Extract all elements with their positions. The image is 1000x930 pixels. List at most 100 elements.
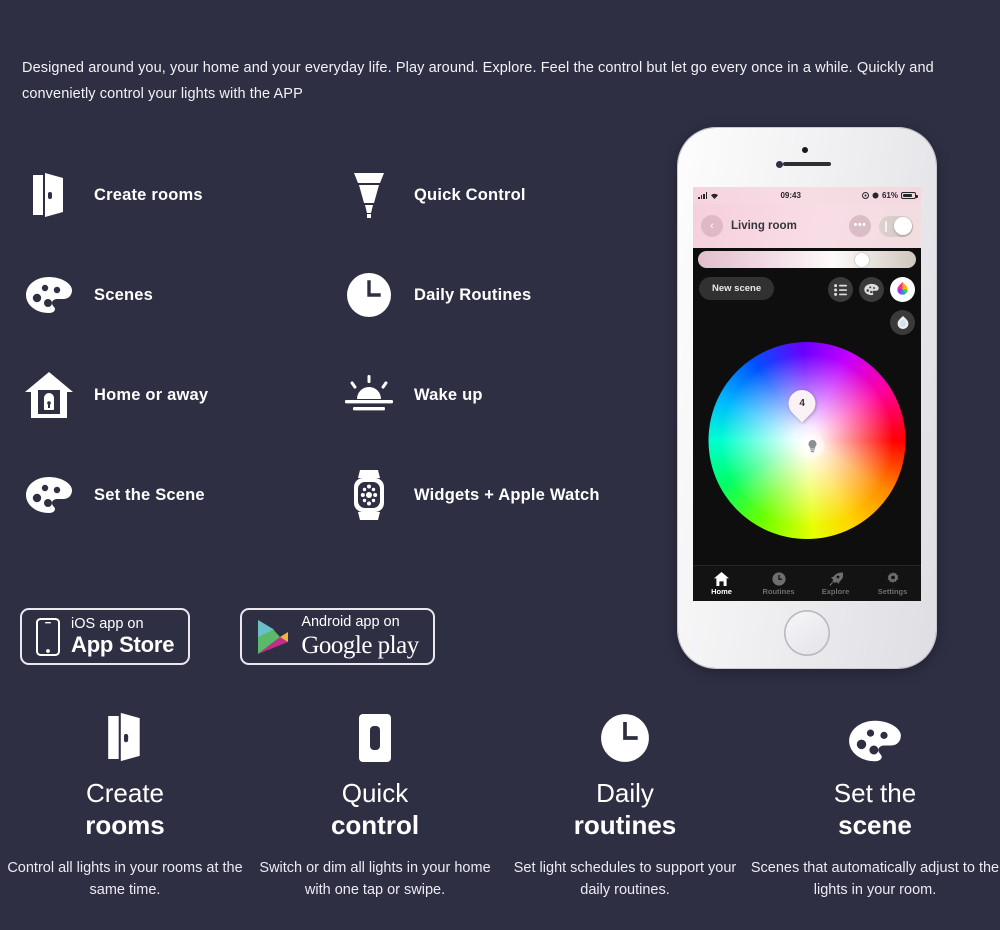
light-switch-icon bbox=[358, 705, 392, 763]
status-time: 09:43 bbox=[780, 191, 801, 200]
feature-label: Daily Routines bbox=[414, 285, 532, 304]
badge-title: Google play bbox=[301, 631, 419, 659]
clock-icon bbox=[600, 705, 650, 763]
bottom-feature-cards: Create rooms Control all lights in your … bbox=[0, 705, 1000, 901]
home-icon bbox=[714, 571, 729, 586]
earpiece-speaker bbox=[783, 162, 831, 166]
more-options-button[interactable]: ••• bbox=[849, 215, 871, 237]
feature-item-daily-routines: Daily Routines bbox=[338, 245, 668, 345]
color-wheel-area: 4 bbox=[693, 338, 921, 548]
tool-row-secondary bbox=[890, 310, 915, 335]
palette-icon bbox=[18, 464, 80, 526]
card-title-line1: Quick bbox=[341, 778, 409, 808]
card-title-line1: Set the bbox=[833, 778, 917, 808]
color-wheel[interactable]: 4 bbox=[708, 342, 906, 539]
room-title: Living room bbox=[731, 220, 797, 232]
iphone-icon bbox=[36, 617, 60, 656]
feature-label: Wake up bbox=[414, 385, 483, 404]
card-description: Set light schedules to support your dail… bbox=[513, 860, 737, 898]
tab-routines[interactable]: Routines bbox=[750, 571, 807, 596]
new-scene-button[interactable]: New scene bbox=[699, 277, 775, 300]
feature-label: Set the Scene bbox=[94, 485, 205, 504]
tab-label: Home bbox=[711, 586, 732, 596]
brightness-slider[interactable] bbox=[698, 251, 916, 268]
status-bar: 09:43 61% bbox=[693, 187, 921, 204]
tab-label: Settings bbox=[877, 586, 908, 596]
pin-label: 4 bbox=[799, 398, 805, 409]
slider-knob[interactable] bbox=[854, 252, 869, 267]
card-title: Set the scene bbox=[834, 777, 916, 841]
palette-icon bbox=[18, 264, 80, 326]
google-play-badge[interactable]: Android app on Google play bbox=[240, 608, 435, 665]
front-camera-icon bbox=[776, 161, 783, 168]
tab-home[interactable]: Home bbox=[693, 571, 750, 596]
badge-title: App Store bbox=[71, 632, 175, 658]
clock-icon bbox=[338, 264, 400, 326]
card-title-line1: Daily bbox=[596, 778, 654, 808]
proximity-sensor-icon bbox=[802, 147, 808, 153]
card-description: Switch or dim all lights in your home wi… bbox=[259, 860, 491, 898]
light-bulb-icon bbox=[338, 164, 400, 226]
badge-subtitle: iOS app on bbox=[71, 615, 144, 632]
card-title: Create rooms bbox=[85, 777, 164, 841]
list-icon[interactable] bbox=[828, 277, 853, 302]
bottom-card-create-rooms: Create rooms Control all lights in your … bbox=[0, 705, 250, 901]
tab-label: Explore bbox=[821, 586, 850, 596]
card-description: Control all lights in your rooms at the … bbox=[7, 860, 243, 898]
card-title-line2: control bbox=[330, 810, 420, 840]
light-pin-marker[interactable]: 4 bbox=[782, 384, 822, 423]
feature-label: Create rooms bbox=[94, 185, 203, 204]
feature-item-create-rooms: Create rooms bbox=[18, 145, 338, 245]
color-wheel-icon[interactable] bbox=[890, 277, 915, 302]
palette-icon bbox=[848, 705, 902, 763]
house-lock-icon bbox=[18, 364, 80, 426]
alarm-icon bbox=[872, 192, 879, 199]
card-title: Quick control bbox=[331, 777, 419, 841]
card-description: Scenes that automatically adjust to the … bbox=[750, 860, 1000, 898]
bulb-icon[interactable] bbox=[800, 434, 825, 458]
room-power-toggle[interactable] bbox=[879, 215, 913, 237]
feature-label: Widgets + Apple Watch bbox=[414, 485, 600, 504]
smart-watch-icon bbox=[338, 464, 400, 526]
open-door-icon bbox=[104, 705, 146, 763]
scene-toolbar: New scene bbox=[693, 268, 921, 338]
tab-settings[interactable]: Settings bbox=[864, 571, 921, 596]
back-button[interactable]: ‹ bbox=[701, 215, 723, 237]
tool-row bbox=[828, 277, 915, 302]
feature-item-set-the-scene: Set the Scene bbox=[18, 445, 338, 545]
tab-explore[interactable]: Explore bbox=[807, 572, 864, 596]
badge-subtitle: Android app on bbox=[301, 614, 400, 631]
feature-item-widgets-apple-watch: Widgets + Apple Watch bbox=[338, 445, 668, 545]
bulb-drop-icon[interactable] bbox=[890, 310, 915, 335]
palette-icon[interactable] bbox=[859, 277, 884, 302]
phone-mockup: 09:43 61% ‹ Living room ••• New scene 4 … bbox=[678, 128, 936, 668]
card-title-line2: scene bbox=[838, 810, 912, 840]
feature-list: Create rooms Quick Control Scenes Daily … bbox=[18, 145, 668, 545]
google-play-icon bbox=[256, 618, 290, 656]
tab-label: Routines bbox=[762, 586, 795, 596]
brightness-slider-wrap bbox=[693, 248, 921, 268]
card-title-line2: rooms bbox=[85, 810, 165, 840]
feature-item-scenes: Scenes bbox=[18, 245, 338, 345]
bottom-card-set-the-scene: Set the scene Scenes that automatically … bbox=[750, 705, 1000, 901]
feature-label: Home or away bbox=[94, 385, 209, 404]
bottom-tab-bar: Home Routines Explore Settings bbox=[693, 565, 921, 601]
store-badges: iOS app on App Store Android app on Goog… bbox=[20, 608, 435, 665]
battery-percent: 61% bbox=[881, 191, 898, 200]
open-door-icon bbox=[18, 164, 80, 226]
signal-icon bbox=[698, 192, 708, 199]
phone-screen: 09:43 61% ‹ Living room ••• New scene 4 … bbox=[693, 187, 921, 601]
app-store-badge[interactable]: iOS app on App Store bbox=[20, 608, 191, 665]
wifi-icon bbox=[710, 192, 719, 200]
room-header: ‹ Living room ••• bbox=[693, 204, 921, 248]
card-title-line1: Create bbox=[85, 778, 165, 808]
feature-label: Scenes bbox=[94, 285, 153, 304]
feature-item-quick-control: Quick Control bbox=[338, 145, 668, 245]
home-button[interactable] bbox=[784, 610, 830, 656]
card-title-line2: routines bbox=[573, 810, 677, 840]
feature-item-home-or-away: Home or away bbox=[18, 345, 338, 445]
bottom-card-quick-control: Quick control Switch or dim all lights i… bbox=[250, 705, 500, 901]
gear-icon bbox=[886, 571, 900, 586]
battery-icon bbox=[900, 191, 918, 200]
feature-item-wake-up: Wake up bbox=[338, 345, 668, 445]
